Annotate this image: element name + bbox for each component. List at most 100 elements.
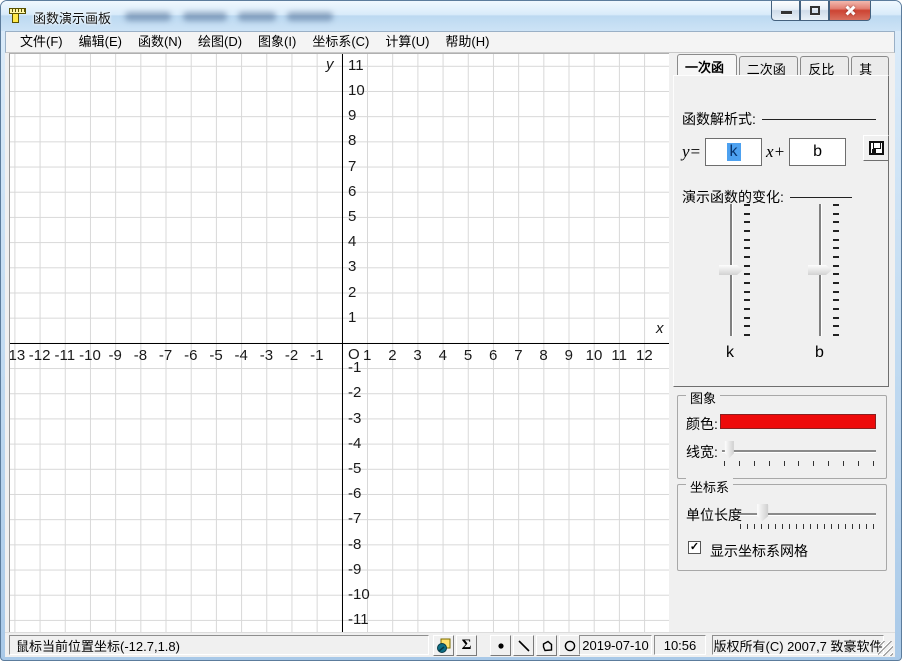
x-tick-label: -3 [260, 347, 273, 364]
line-tool-icon [517, 639, 531, 653]
y-tick-label: -3 [348, 410, 361, 427]
y-axis-label: y [326, 56, 334, 73]
menu-item[interactable]: 绘图(D) [190, 31, 250, 53]
y-tick-label: -4 [348, 435, 361, 452]
x-tick-label: 4 [439, 347, 447, 364]
linewidth-slider-track[interactable] [722, 450, 876, 452]
x-tick-label: 11 [611, 347, 627, 364]
formula-row: y= k x+ b [682, 138, 850, 166]
k-slider-thumb[interactable] [719, 265, 743, 275]
copyright-text: 版权所有(C) 2007,7 致豪软件 [713, 636, 882, 655]
x-tick-label: 12 [636, 347, 653, 364]
unit-length-label: 单位长度 [686, 505, 742, 525]
k-slider[interactable] [718, 204, 756, 336]
sigma-tool-icon: Σ [462, 637, 472, 654]
ellipse-tool-button[interactable] [559, 635, 580, 656]
b-slider-ticks [833, 204, 839, 336]
menu-item[interactable]: 编辑(E) [71, 31, 130, 53]
k-input[interactable]: k [705, 138, 762, 166]
close-button[interactable] [829, 1, 871, 21]
tab-二次函数[interactable]: 二次函数 [739, 56, 799, 75]
b-slider-thumb[interactable] [808, 265, 832, 275]
coordinate-plane[interactable]: y x O -13-12-11-10-9-8-7-6-5-4-3-2-11234… [9, 53, 669, 632]
divider-line [790, 197, 852, 198]
x-tick-label: -5 [209, 347, 222, 364]
x-axis-label: x [656, 320, 664, 337]
point-tool-button[interactable] [490, 635, 511, 656]
ruler-app-icon [9, 7, 27, 24]
y-tick-label: -9 [348, 561, 361, 578]
y-tick-label: 4 [348, 233, 356, 250]
b-slider[interactable] [807, 204, 845, 336]
status-bar: 鼠标当前位置坐标(-12.7,1.8) Σ 2019-07-10 10:56 版… [5, 632, 895, 657]
save-button[interactable] [863, 135, 889, 161]
title-bar: 函数演示画板 [1, 1, 901, 31]
right-panel: 一次函数二次函数反比例其它 函数解析式: y= k x+ b [669, 53, 891, 632]
graph-group-title: 图象 [686, 388, 720, 407]
time-text: 10:56 [664, 638, 697, 653]
y-equals-label: y= [682, 142, 701, 162]
line-color-swatch[interactable] [720, 414, 876, 429]
maximize-button[interactable] [800, 1, 829, 21]
y-tick-label: -10 [348, 586, 370, 603]
y-tick-label: 1 [348, 309, 356, 326]
y-tick-label: 8 [348, 132, 356, 149]
minimize-button[interactable] [771, 1, 800, 21]
resize-grip[interactable] [878, 641, 893, 656]
image-tool-icon [436, 638, 452, 654]
x-tick-label: -13 [9, 347, 25, 364]
y-tick-label: -2 [348, 384, 361, 401]
x-tick-label: 1 [363, 347, 371, 364]
sigma-tool-button[interactable]: Σ [456, 635, 477, 656]
point-tool-icon [494, 639, 508, 653]
tab-一次函数[interactable]: 一次函数 [677, 54, 737, 75]
tab-其它[interactable]: 其它 [851, 56, 889, 75]
color-label: 颜色: [686, 414, 718, 434]
polygon-tool-icon [540, 639, 554, 653]
menu-item[interactable]: 图象(I) [250, 31, 304, 53]
x-tick-label: 5 [464, 347, 472, 364]
y-tick-label: 10 [348, 82, 365, 99]
menu-item[interactable]: 帮助(H) [437, 31, 497, 53]
x-tick-label: 2 [388, 347, 396, 364]
y-tick-label: 5 [348, 208, 356, 225]
line-tool-button[interactable] [513, 635, 534, 656]
x-tick-label: -11 [55, 347, 76, 364]
unit-slider-ticks [740, 524, 874, 529]
y-tick-label: 9 [348, 107, 356, 124]
function-tabs: 一次函数二次函数反比例其它 [677, 54, 891, 75]
floppy-disk-icon [869, 141, 884, 155]
date-panel: 2019-07-10 [579, 635, 652, 655]
x-tick-label: 8 [539, 347, 547, 364]
linewidth-slider-ticks [724, 461, 874, 466]
x-tick-label: -8 [134, 347, 147, 364]
x-tick-label: -6 [184, 347, 197, 364]
x-tick-label: -4 [235, 347, 248, 364]
x-tick-label: -2 [285, 347, 298, 364]
b-input[interactable]: b [789, 138, 846, 166]
y-tick-label: 6 [348, 183, 356, 200]
tab-page-linear-function: 函数解析式: y= k x+ b 演示函数的变化: [673, 75, 889, 387]
x-tick-label: 6 [489, 347, 497, 364]
menu-bar: 文件(F)编辑(E)函数(N)绘图(D)图象(I)坐标系(C)计算(U)帮助(H… [5, 31, 895, 53]
unit-slider-thumb[interactable] [757, 504, 768, 521]
menu-item[interactable]: 计算(U) [377, 31, 437, 53]
coord-group-title: 坐标系 [686, 477, 733, 496]
show-grid-checkbox[interactable]: ✓ [688, 541, 701, 554]
y-tick-label: -7 [348, 510, 361, 527]
menu-item[interactable]: 坐标系(C) [304, 31, 377, 53]
y-tick-label: -11 [348, 611, 369, 628]
menu-item[interactable]: 文件(F) [12, 31, 71, 53]
x-tick-label: -7 [159, 347, 172, 364]
polygon-tool-button[interactable] [536, 635, 557, 656]
mouse-position-panel: 鼠标当前位置坐标(-12.7,1.8) [9, 635, 429, 655]
y-tick-label: -5 [348, 460, 361, 477]
linewidth-slider-thumb[interactable] [725, 441, 734, 458]
tab-反比例[interactable]: 反比例 [800, 56, 849, 75]
menu-item[interactable]: 函数(N) [130, 31, 190, 53]
x-tick-label: -12 [29, 347, 51, 364]
app-window: 函数演示画板 文件(F)编辑(E)函数(N)绘图(D)图象(I)坐标系(C)计算… [0, 0, 902, 661]
image-tool-button[interactable] [433, 635, 454, 656]
redacted-smudge [183, 12, 227, 21]
ellipse-tool-icon [563, 639, 577, 653]
